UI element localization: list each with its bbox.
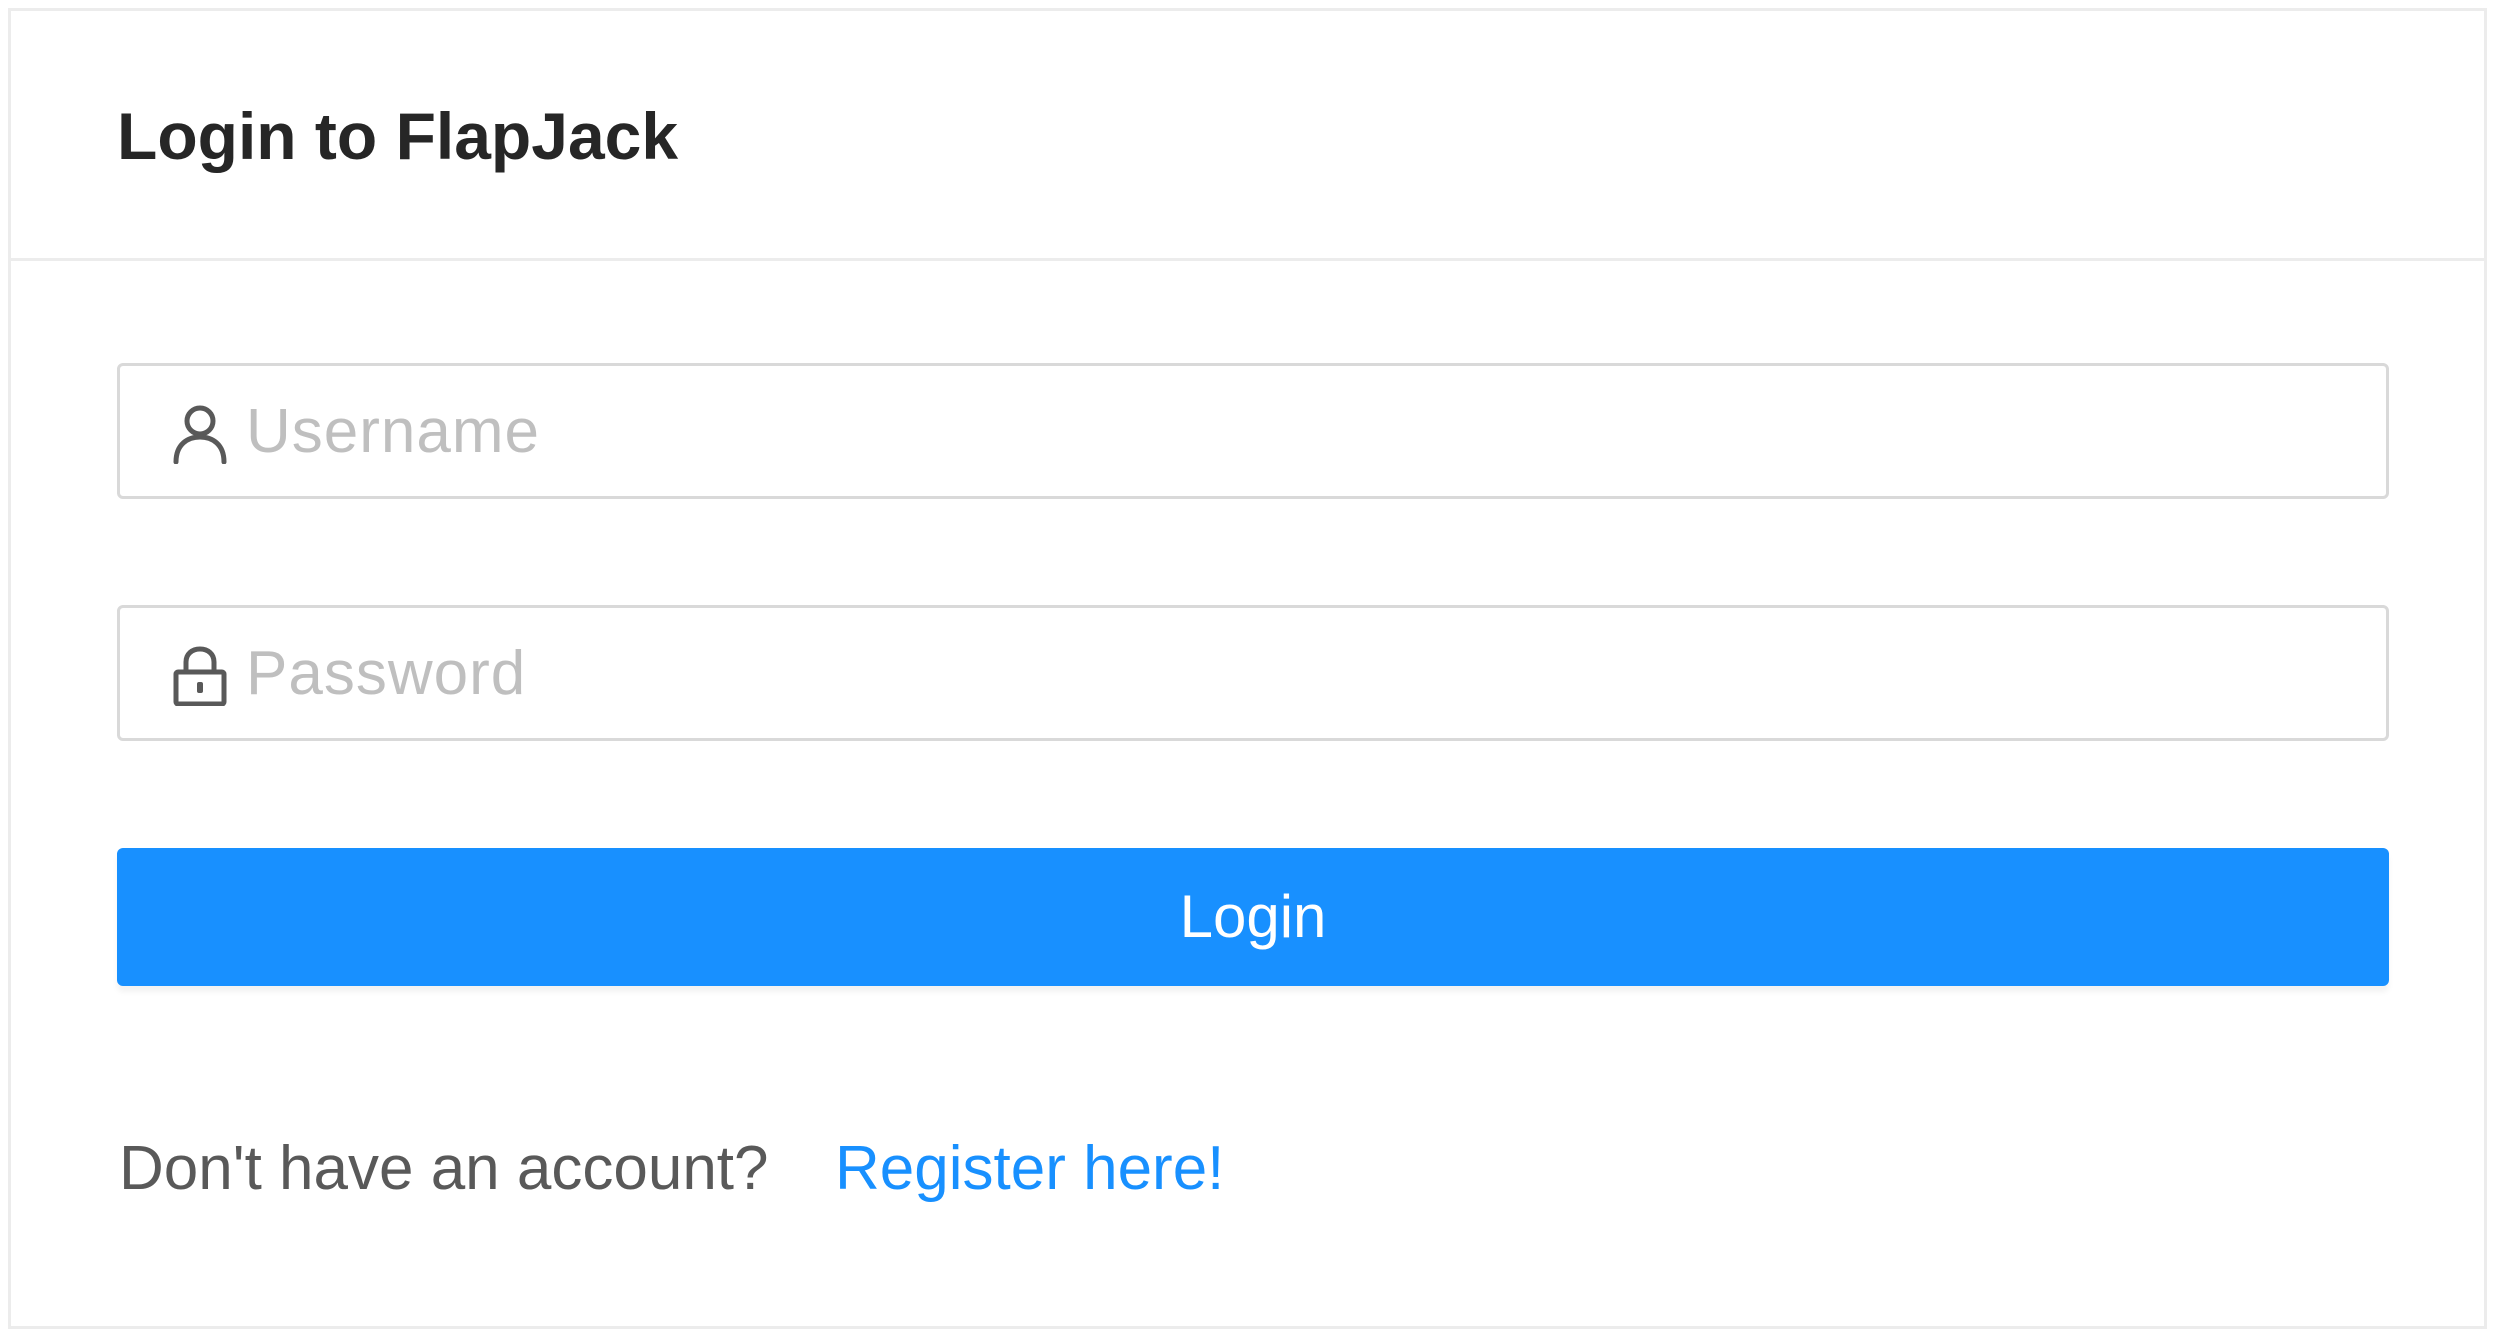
lock-icon [172,646,228,707]
username-input[interactable] [246,366,2346,496]
login-card: Login to FlapJack Login Don't have an ac… [8,8,2487,1329]
password-input[interactable] [246,608,2346,738]
register-link[interactable]: Register here! [835,1129,1224,1209]
card-header: Login to FlapJack [11,11,2484,261]
user-icon [172,404,228,465]
login-button[interactable]: Login [117,848,2389,986]
username-field[interactable] [117,363,2389,499]
page-title: Login to FlapJack [117,99,679,173]
register-prompt: Don't have an account? [119,1134,769,1203]
password-field[interactable] [117,605,2389,741]
